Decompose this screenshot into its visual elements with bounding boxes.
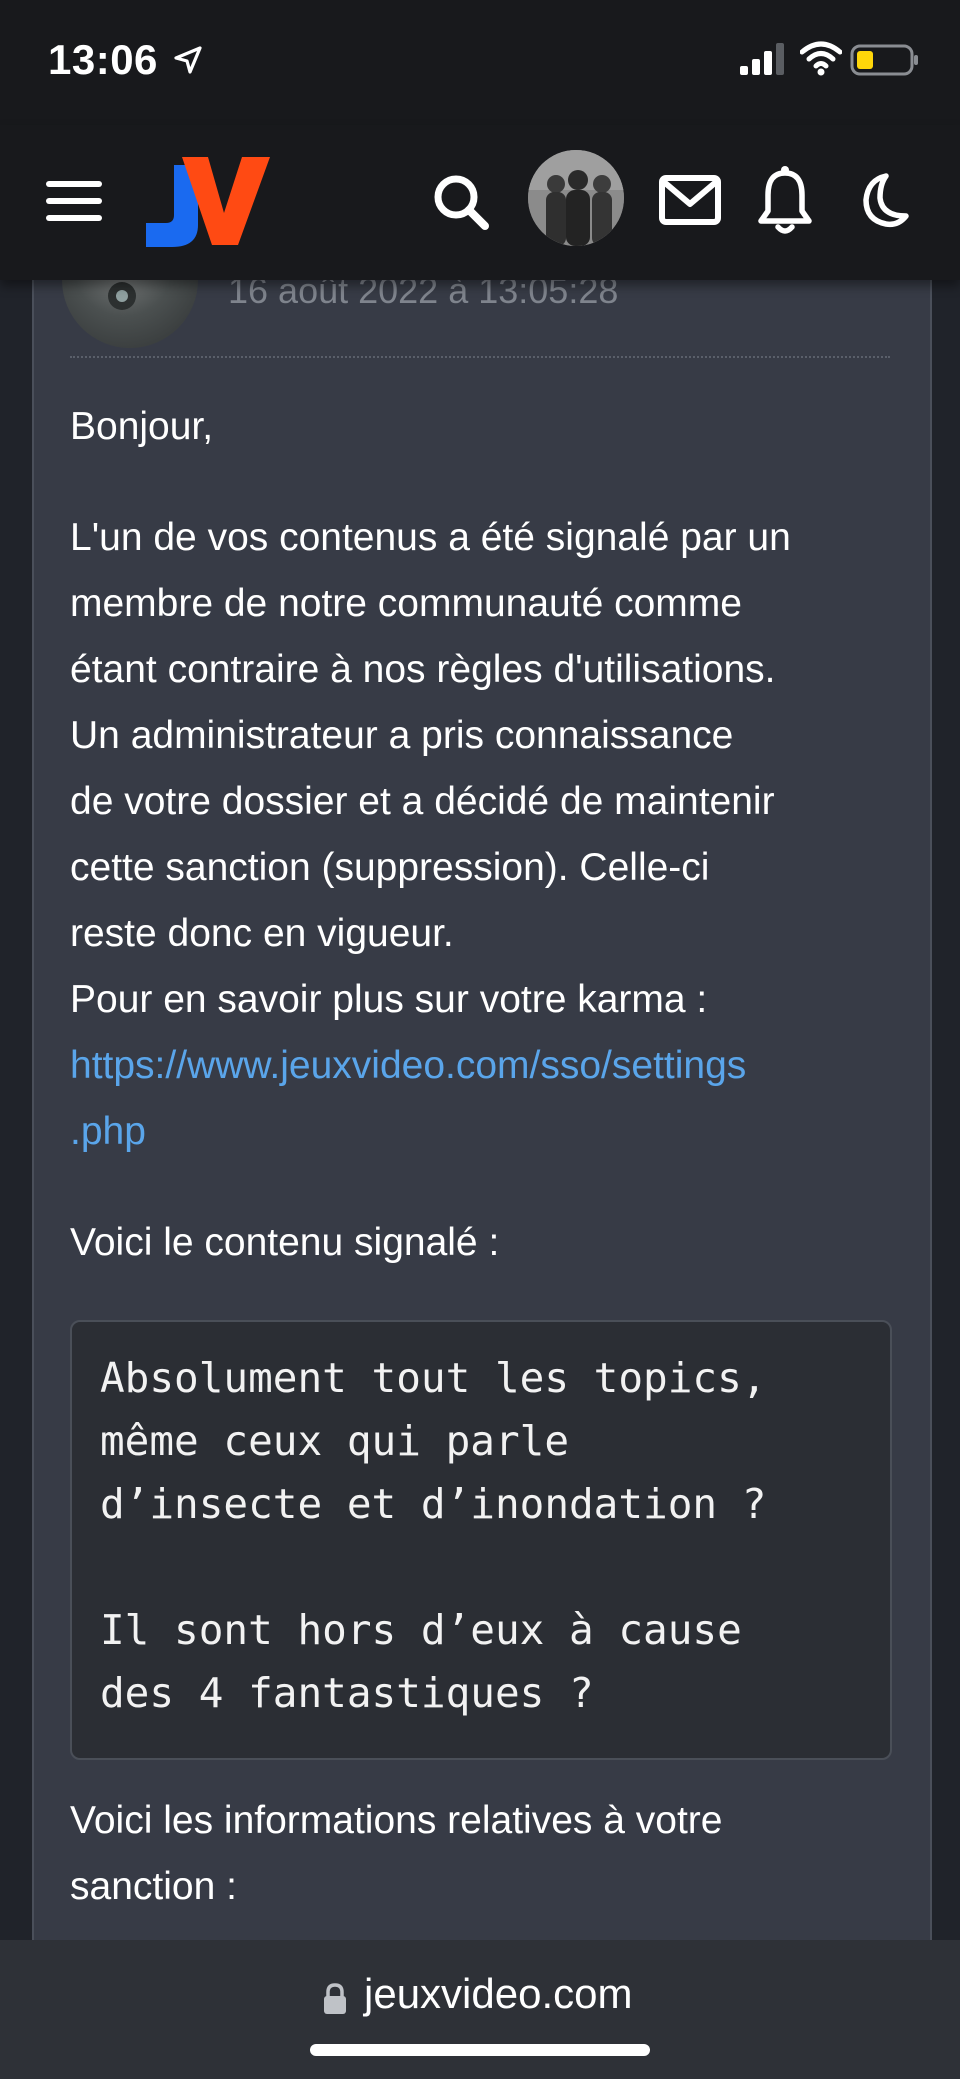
- sanction-line: Voici les informations relatives à votre: [70, 1799, 723, 1842]
- quote-line: Il sont hors d’eux à cause: [100, 1606, 742, 1654]
- status-bar: 13:06: [0, 0, 960, 125]
- jv-logo[interactable]: [142, 151, 272, 251]
- message-paragraph: L'un de vos contenus a été signalé par u…: [70, 505, 900, 1165]
- hamburger-menu-icon[interactable]: [46, 179, 102, 223]
- status-time: 13:06: [48, 36, 158, 83]
- paragraph-line: reste donc en vigueur.: [70, 912, 454, 955]
- sanction-info-text: Voici les informations relatives à votre…: [70, 1788, 900, 1920]
- reported-content-intro: Voici le contenu signalé :: [70, 1221, 500, 1264]
- paragraph-line: étant contraire à nos règles d'utilisati…: [70, 648, 776, 691]
- paragraph-line: de votre dossier et a décidé de mainteni…: [70, 780, 775, 823]
- notification-bell-icon[interactable]: [756, 165, 814, 237]
- mail-icon[interactable]: [658, 172, 722, 228]
- location-arrow-icon: [174, 46, 202, 74]
- greeting-text: Bonjour,: [70, 405, 214, 448]
- app-header: [0, 125, 960, 280]
- cellular-signal-icon: [740, 43, 784, 75]
- wifi-icon: [800, 41, 842, 76]
- dark-mode-moon-icon[interactable]: [852, 170, 912, 230]
- message-card: 16 août 2022 à 13:05:28 Bonjour, L'un de…: [32, 200, 932, 2000]
- browser-address-bar[interactable]: jeuxvideo.com: [0, 1940, 960, 2079]
- paragraph-line: cette sanction (suppression). Celle-ci: [70, 846, 710, 889]
- header-divider: [70, 356, 890, 358]
- paragraph-line: Pour en savoir plus sur votre karma :: [70, 978, 708, 1021]
- browser-domain[interactable]: jeuxvideo.com: [364, 1970, 632, 2018]
- quote-line: Absolument tout les topics,: [100, 1354, 767, 1402]
- home-indicator[interactable]: [310, 2044, 650, 2056]
- paragraph-line: membre de notre communauté comme: [70, 582, 742, 625]
- quote-line: même ceux qui parle: [100, 1417, 569, 1465]
- battery-icon: [850, 44, 918, 76]
- lock-icon: [324, 1983, 346, 2014]
- user-avatar[interactable]: [528, 150, 624, 246]
- karma-settings-link[interactable]: https://www.jeuxvideo.com/sso/settings .…: [70, 1033, 900, 1165]
- link-line[interactable]: .php: [70, 1099, 900, 1165]
- user-avatar-image: [528, 150, 624, 246]
- link-line[interactable]: https://www.jeuxvideo.com/sso/settings: [70, 1033, 900, 1099]
- quote-line: des 4 fantastiques ?: [100, 1669, 594, 1717]
- paragraph-line: Un administrateur a pris connaissance: [70, 714, 734, 757]
- paragraph-line: L'un de vos contenus a été signalé par u…: [70, 516, 791, 559]
- reported-content-quote: Absolument tout les topics, même ceux qu…: [70, 1320, 892, 1760]
- sanction-line: sanction :: [70, 1865, 237, 1908]
- quote-line: d’insecte et d’inondation ?: [100, 1480, 767, 1528]
- search-icon[interactable]: [432, 173, 490, 231]
